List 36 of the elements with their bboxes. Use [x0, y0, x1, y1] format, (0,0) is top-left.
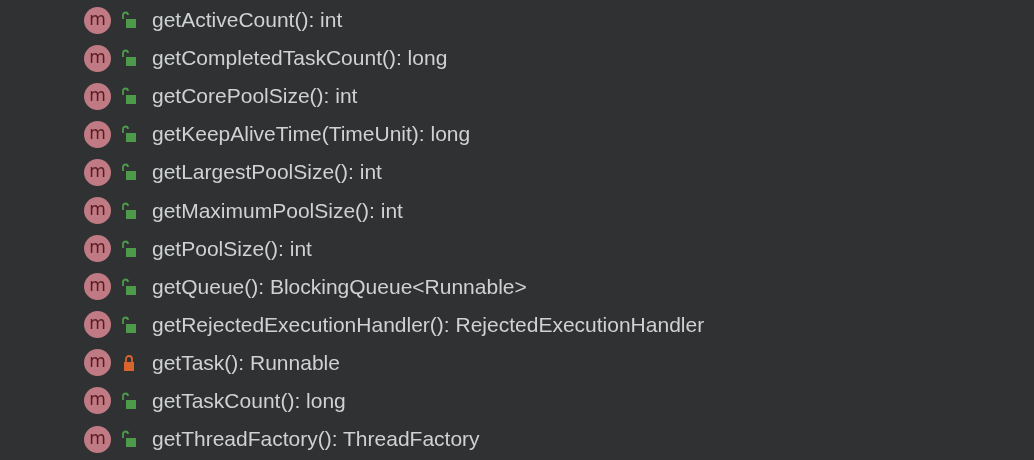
member-item[interactable]: m getKeepAliveTime(TimeUnit): long	[0, 115, 1034, 154]
method-badge: m	[84, 44, 111, 72]
method-badge: m	[84, 6, 111, 34]
method-badge: m	[84, 158, 111, 186]
method-badge: m	[84, 349, 111, 377]
method-signature: getCorePoolSize(): int	[152, 84, 358, 109]
method-badge: m	[84, 311, 111, 339]
member-item[interactable]: m getCompletedTaskCount(): long	[0, 39, 1034, 78]
member-item[interactable]: m getQueue(): BlockingQueue<Runnable>	[0, 267, 1034, 306]
method-signature: getMaximumPoolSize(): int	[152, 198, 403, 223]
method-badge: m	[84, 197, 111, 224]
method-signature: getQueue(): BlockingQueue<Runnable>	[152, 274, 527, 299]
method-signature: getCompletedTaskCount(): long	[152, 46, 448, 71]
method-signature: getTask(): Runnable	[152, 350, 340, 375]
member-item[interactable]: m getTaskCount(): long	[0, 381, 1034, 421]
member-item[interactable]: m getThreadFactory(): ThreadFactory	[0, 420, 1034, 459]
method-signature: getTaskCount(): long	[152, 389, 346, 413]
method-badge: m	[84, 120, 111, 148]
method-signature: getRejectedExecutionHandler(): RejectedExecutionHandler	[152, 312, 705, 337]
member-item[interactable]: m getRejectedExecutionHandler(): RejectedExecutionHandler	[0, 305, 1034, 344]
member-item[interactable]: m getMaximumPoolSize(): int	[0, 191, 1034, 230]
method-signature: getActiveCount(): int	[152, 8, 343, 33]
method-signature: getLargestPoolSize(): int	[152, 160, 382, 185]
method-signature: getThreadFactory(): ThreadFactory	[152, 427, 480, 452]
method-signature: getKeepAliveTime(TimeUnit): long	[152, 122, 471, 147]
member-item[interactable]: m getPoolSize(): int	[0, 229, 1034, 268]
method-badge: m	[84, 82, 111, 110]
method-badge: m	[84, 387, 111, 415]
member-item[interactable]: m getLargestPoolSize(): int	[0, 153, 1034, 192]
method-badge: m	[84, 273, 111, 301]
member-item[interactable]: m getActiveCount(): int	[0, 1, 1034, 40]
member-item[interactable]: m getCorePoolSize(): int	[0, 77, 1034, 116]
method-badge: m	[84, 425, 111, 453]
member-item[interactable]: m getTask(): Runnable	[0, 343, 1034, 382]
method-signature: getPoolSize(): int	[152, 236, 312, 261]
method-badge: m	[84, 235, 111, 263]
